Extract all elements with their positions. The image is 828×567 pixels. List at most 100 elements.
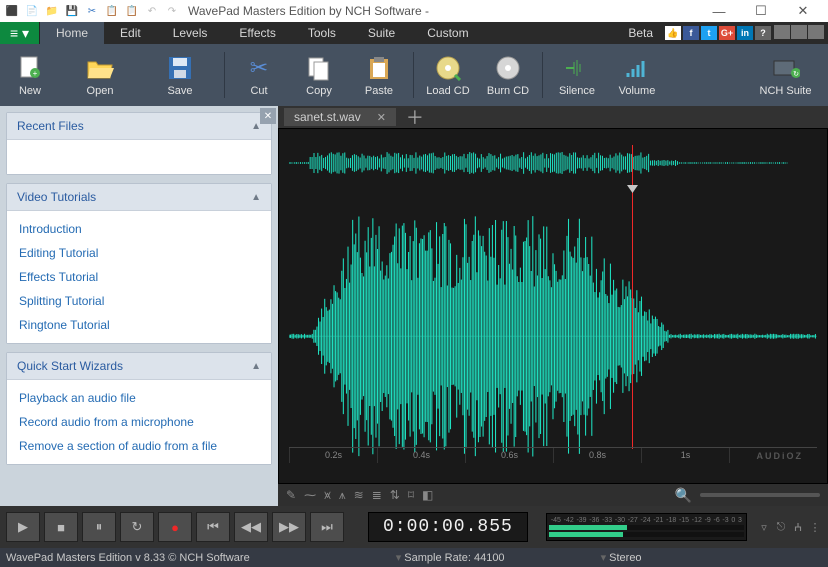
volume-button[interactable]: Volume (607, 44, 667, 106)
save-button[interactable]: Save (140, 44, 220, 106)
editor-toolbar: ✎ ⁓ ⩙ ⩚ ≋ ≣ ⇅ ⌑ ◧ 🔍 (278, 484, 828, 506)
tab-edit[interactable]: Edit (104, 22, 157, 44)
sidebar-close-icon[interactable]: ✕ (260, 108, 276, 124)
linkedin-icon[interactable]: in (737, 26, 753, 40)
level-meter: -45-42-39-36-33-30-27-24-21-18-15-12-9-6… (546, 513, 747, 541)
wizard-link[interactable]: Record audio from a microphone (11, 410, 267, 434)
clipboard-icon (365, 54, 393, 82)
pause-button[interactable]: ⏸ (82, 512, 116, 542)
maximize-button[interactable]: ☐ (740, 0, 782, 22)
skip-end-button[interactable]: ⏭ (310, 512, 344, 542)
meter-opt3-icon[interactable]: ⵄ (791, 513, 805, 541)
collapse-icon[interactable]: ▲ (251, 192, 261, 203)
twitter-icon[interactable]: t (701, 26, 717, 40)
mini-btn-2[interactable] (791, 25, 807, 39)
qa-redo-icon[interactable]: ↷ (164, 3, 180, 19)
tool-pencil-icon[interactable]: ✎ (286, 488, 296, 502)
tool-d-icon[interactable]: ⇅ (390, 488, 400, 502)
minimize-button[interactable]: — (698, 0, 740, 22)
recent-files-title: Recent Files (17, 119, 84, 133)
wizard-link[interactable]: Remove a section of audio from a file (11, 434, 267, 458)
tool-freq-icon[interactable]: ⩙ (324, 488, 331, 503)
file-tab-close-icon[interactable]: ✕ (377, 111, 386, 124)
waveform-overview[interactable] (289, 151, 789, 175)
zoom-slider[interactable] (700, 493, 820, 497)
qa-undo-icon[interactable]: ↶ (144, 3, 160, 19)
waveform-main[interactable] (289, 199, 817, 474)
qa-new-icon[interactable]: 📄 (24, 3, 40, 19)
qa-open-icon[interactable]: 📁 (44, 3, 60, 19)
burncd-button[interactable]: Burn CD (478, 44, 538, 106)
statusbar: WavePad Masters Edition v 8.33 © NCH Sof… (0, 548, 828, 567)
record-button[interactable]: ● (158, 512, 192, 542)
tab-beta[interactable]: Beta (618, 22, 663, 44)
playhead[interactable] (632, 145, 633, 449)
volume-icon (623, 54, 651, 82)
tutorial-link[interactable]: Introduction (11, 217, 267, 241)
paste-button[interactable]: Paste (349, 44, 409, 106)
tutorial-link[interactable]: Editing Tutorial (11, 241, 267, 265)
rewind-button[interactable]: ◀◀ (234, 512, 268, 542)
tutorial-link[interactable]: Effects Tutorial (11, 265, 267, 289)
status-channels[interactable]: Stereo (609, 552, 641, 564)
facebook-icon[interactable]: f (683, 26, 699, 40)
cut-button[interactable]: ✂Cut (229, 44, 289, 106)
wizards-title: Quick Start Wizards (17, 359, 123, 373)
tab-levels[interactable]: Levels (157, 22, 224, 44)
wizard-link[interactable]: Playback an audio file (11, 386, 267, 410)
nchsuite-button[interactable]: ↻NCH Suite (743, 44, 828, 106)
qa-paste-icon[interactable]: 📋 (124, 3, 140, 19)
add-tab-button[interactable]: ＋ (406, 104, 424, 130)
silence-button[interactable]: Silence (547, 44, 607, 106)
tab-home[interactable]: Home (40, 22, 104, 44)
close-button[interactable]: ✕ (782, 0, 824, 22)
play-button[interactable]: ▶ (6, 512, 40, 542)
skip-start-button[interactable]: ⏮ (196, 512, 230, 542)
qa-save-icon[interactable]: 💾 (64, 3, 80, 19)
tool-wave-icon[interactable]: ⁓ (304, 488, 316, 502)
meter-opt1-icon[interactable]: ▿ (757, 513, 771, 541)
new-button[interactable]: +New (0, 44, 60, 106)
app-icon: ⬛ (4, 3, 20, 19)
tool-b-icon[interactable]: ≋ (354, 488, 364, 502)
tutorials-title: Video Tutorials (17, 190, 96, 204)
tab-tools[interactable]: Tools (292, 22, 352, 44)
waveform-area[interactable]: 0.2s 0.4s 0.6s 0.8s 1s (278, 128, 828, 484)
zoom-icon[interactable]: 🔍 (675, 487, 692, 504)
googleplus-icon[interactable]: G+ (719, 26, 735, 40)
meter-opt4-icon[interactable]: ⋮ (808, 513, 822, 541)
forward-button[interactable]: ▶▶ (272, 512, 306, 542)
mini-btn-3[interactable] (808, 25, 824, 39)
meter-opt2-icon[interactable]: ⎋ (774, 513, 788, 541)
wizards-panel: Quick Start Wizards ▲ Playback an audio f… (6, 352, 272, 465)
recent-files-panel: Recent Files▲ (6, 112, 272, 175)
file-menu-button[interactable]: ≡ ▾ (0, 22, 40, 44)
qa-cut-icon[interactable]: ✂ (84, 3, 100, 19)
svg-text:↻: ↻ (793, 71, 799, 78)
tab-effects[interactable]: Effects (223, 22, 291, 44)
qa-copy-icon[interactable]: 📋 (104, 3, 120, 19)
status-samplerate[interactable]: Sample Rate: 44100 (404, 552, 504, 564)
open-button[interactable]: Open (60, 44, 140, 106)
thumbs-up-icon[interactable]: 👍 (665, 26, 681, 40)
tab-suite[interactable]: Suite (352, 22, 411, 44)
window-title: WavePad Masters Edition by NCH Software … (188, 4, 429, 18)
silence-icon (563, 54, 591, 82)
time-mark: 0.8s (553, 448, 641, 463)
tool-e-icon[interactable]: ⌑ (408, 488, 414, 502)
tool-a-icon[interactable]: ⩚ (339, 488, 346, 503)
tool-c-icon[interactable]: ≣ (372, 488, 382, 502)
loadcd-button[interactable]: Load CD (418, 44, 478, 106)
tutorial-link[interactable]: Ringtone Tutorial (11, 313, 267, 337)
mini-btn-1[interactable] (774, 25, 790, 39)
copy-button[interactable]: Copy (289, 44, 349, 106)
tool-f-icon[interactable]: ◧ (422, 488, 433, 502)
collapse-icon[interactable]: ▲ (251, 361, 261, 372)
tab-custom[interactable]: Custom (411, 22, 484, 44)
help-icon[interactable]: ? (755, 26, 771, 40)
time-mark: 0.2s (289, 448, 377, 463)
loop-button[interactable]: ↻ (120, 512, 154, 542)
file-tab[interactable]: sanet.st.wav✕ (284, 108, 396, 126)
stop-button[interactable]: ■ (44, 512, 78, 542)
tutorial-link[interactable]: Splitting Tutorial (11, 289, 267, 313)
